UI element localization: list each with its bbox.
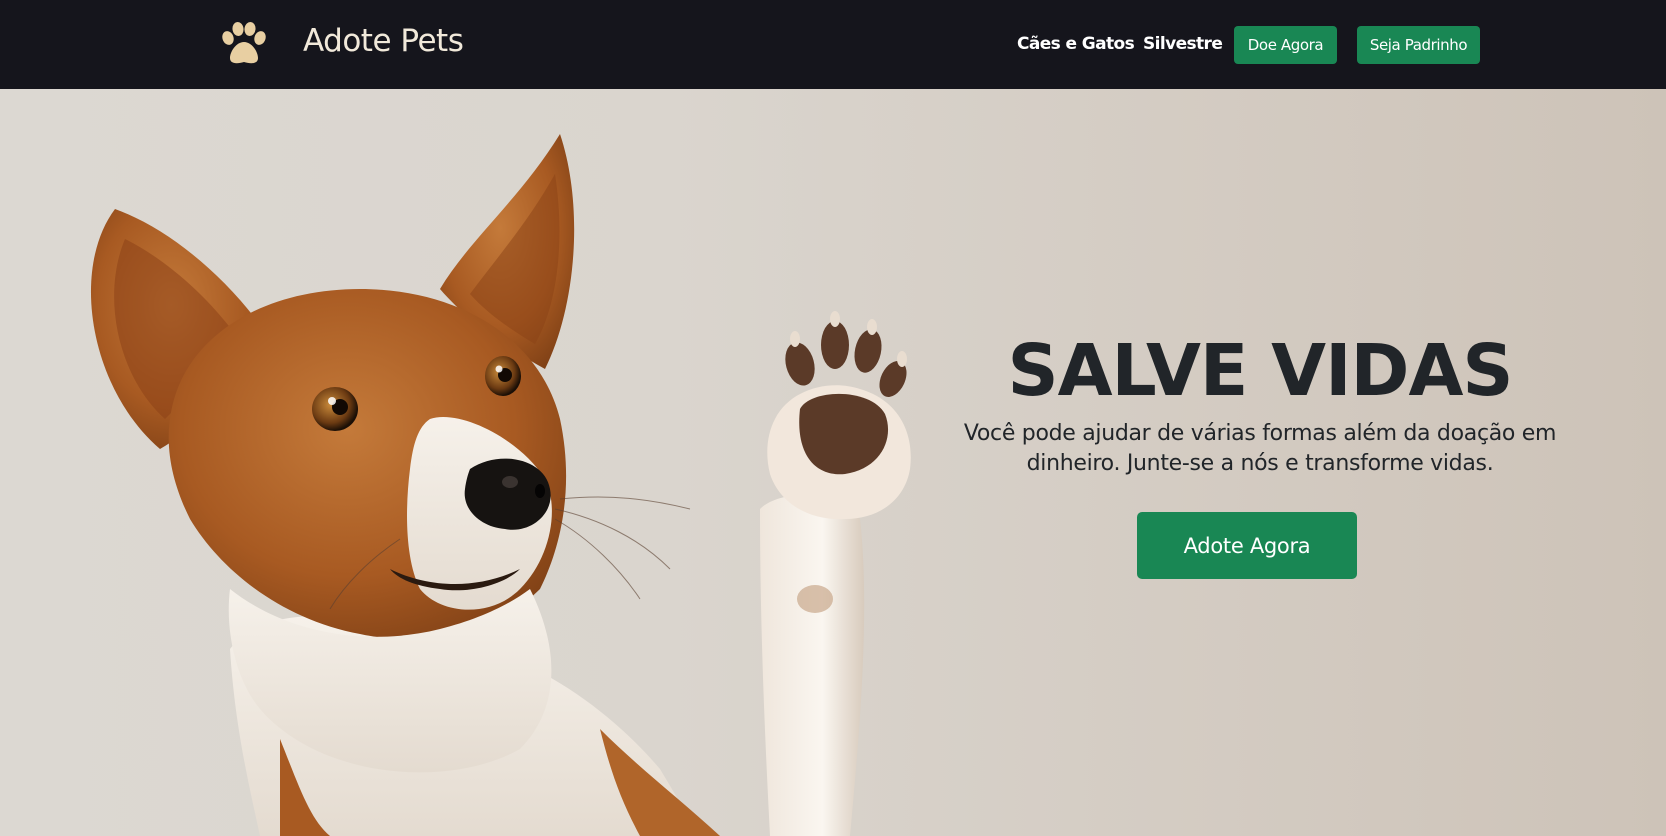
nav-link-caes-e-gatos[interactable]: Cães e Gatos (1017, 34, 1135, 54)
hero-subtitle: Você pode ajudar de várias formas além d… (963, 421, 1557, 476)
hero-section: SALVE VIDAS Você pode ajudar de várias f… (0, 89, 1666, 836)
navbar: Adote Pets Cães e Gatos Silvestre Doe Ag… (0, 0, 1666, 89)
nav-link-silvestre[interactable]: Silvestre (1143, 34, 1223, 54)
brand-name[interactable]: Adote Pets (303, 23, 464, 59)
donate-now-button[interactable]: Doe Agora (1234, 26, 1337, 64)
adopt-now-button[interactable]: Adote Agora (1137, 512, 1357, 579)
hero-title: SALVE VIDAS (1007, 329, 1513, 412)
paw-icon[interactable] (219, 22, 269, 66)
sponsor-button[interactable]: Seja Padrinho (1357, 26, 1480, 64)
